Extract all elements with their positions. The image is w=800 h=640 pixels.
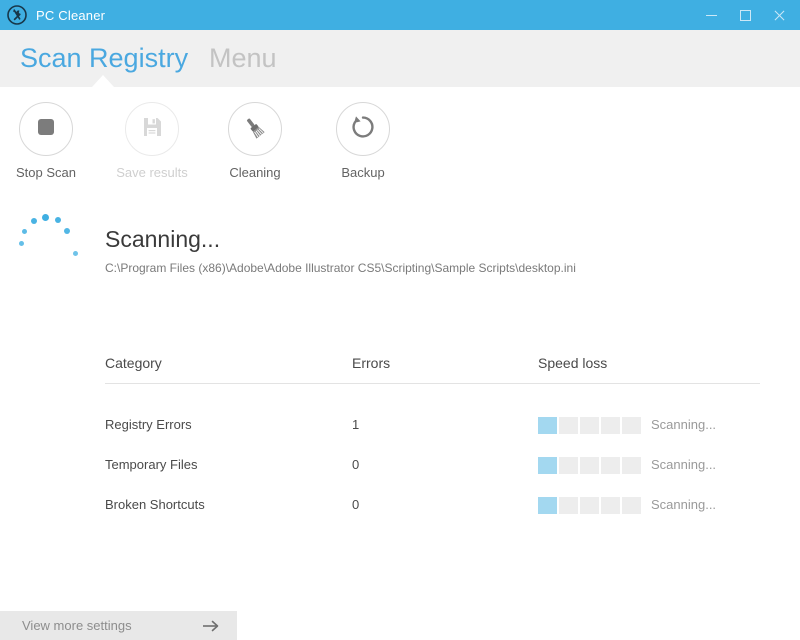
cleaning-circle (228, 102, 282, 156)
tab-menu[interactable]: Menu (209, 30, 277, 87)
loading-dots-spinner-icon (16, 210, 86, 270)
active-tab-pointer-icon (92, 75, 114, 87)
row-errors: 1 (352, 417, 360, 432)
meter-segment (559, 417, 578, 434)
arrow-right-icon (202, 619, 220, 633)
meter-segment (601, 417, 620, 434)
tab-bar: Scan Registry Menu (0, 30, 800, 87)
table-row[interactable]: Registry Errors 1 Scanning... (0, 413, 800, 437)
row-status: Scanning... (651, 417, 717, 432)
meter-segment (580, 497, 599, 514)
stop-scan-circle (19, 102, 73, 156)
scan-title: Scanning... (105, 226, 221, 252)
table-row[interactable]: Temporary Files 0 Scanning... (0, 453, 800, 477)
brush-icon (241, 113, 269, 146)
maximize-button[interactable] (728, 0, 762, 30)
table-row[interactable]: Broken Shortcuts 0 Scanning... (0, 493, 800, 517)
tab-menu-label: Menu (209, 43, 277, 73)
maximize-icon (739, 9, 751, 21)
meter-segment (601, 497, 620, 514)
backup-circle (336, 102, 390, 156)
scan-status-section: Scanning... C:\Program Files (x86)\Adobe… (0, 200, 800, 290)
row-errors: 0 (352, 497, 360, 512)
meter-segment (559, 497, 578, 514)
meter-segment (538, 457, 557, 474)
meter-segment (580, 457, 599, 474)
meter-segment (538, 497, 557, 514)
view-more-settings-button[interactable]: View more settings (0, 611, 237, 640)
backup-button[interactable]: Backup (317, 102, 409, 180)
window-controls (694, 0, 796, 30)
restore-arrow-icon (348, 112, 378, 147)
backup-label: Backup (341, 165, 385, 180)
meter-segment (601, 457, 620, 474)
column-header-errors: Errors (352, 355, 391, 371)
window-title: PC Cleaner (36, 7, 106, 23)
minimize-icon (705, 14, 717, 16)
meter-segment (580, 417, 599, 434)
tab-scan-registry-label: Scan Registry (20, 43, 189, 73)
meter-segment (622, 417, 641, 434)
title-bar: PC Cleaner (0, 0, 800, 30)
save-results-circle (125, 102, 179, 156)
table-header-divider (105, 383, 760, 384)
row-errors: 0 (352, 457, 360, 472)
pc-cleaner-window: PC Cleaner Scan Registry Menu Stop Scan … (0, 0, 800, 640)
floppy-disk-icon (139, 114, 165, 145)
meter-segment (559, 457, 578, 474)
row-category: Registry Errors (105, 417, 192, 432)
save-results-label: Save results (116, 165, 188, 180)
stop-square-icon (33, 114, 59, 145)
column-header-speed-loss: Speed loss (538, 355, 608, 371)
cleaning-button[interactable]: Cleaning (209, 102, 301, 180)
meter-segment (622, 497, 641, 514)
close-icon (773, 9, 786, 22)
meter-segment (538, 417, 557, 434)
row-category: Broken Shortcuts (105, 497, 205, 512)
meter-segment (622, 457, 641, 474)
row-speed-loss-meter (538, 457, 641, 474)
row-speed-loss-meter (538, 417, 641, 434)
row-category: Temporary Files (105, 457, 198, 472)
cleaning-label: Cleaning (229, 165, 281, 180)
stop-scan-label: Stop Scan (16, 165, 76, 180)
scan-current-path: C:\Program Files (x86)\Adobe\Adobe Illus… (105, 261, 576, 275)
app-logo-wrench-icon (6, 4, 28, 26)
close-button[interactable] (762, 0, 796, 30)
row-status: Scanning... (651, 497, 717, 512)
minimize-button[interactable] (694, 0, 728, 30)
toolbar: Stop Scan Save results Cleaning Backup (0, 87, 800, 187)
view-more-settings-label: View more settings (22, 618, 132, 633)
row-speed-loss-meter (538, 497, 641, 514)
save-results-button[interactable]: Save results (106, 102, 198, 180)
row-status: Scanning... (651, 457, 717, 472)
column-header-category: Category (105, 355, 162, 371)
stop-scan-button[interactable]: Stop Scan (0, 102, 92, 180)
